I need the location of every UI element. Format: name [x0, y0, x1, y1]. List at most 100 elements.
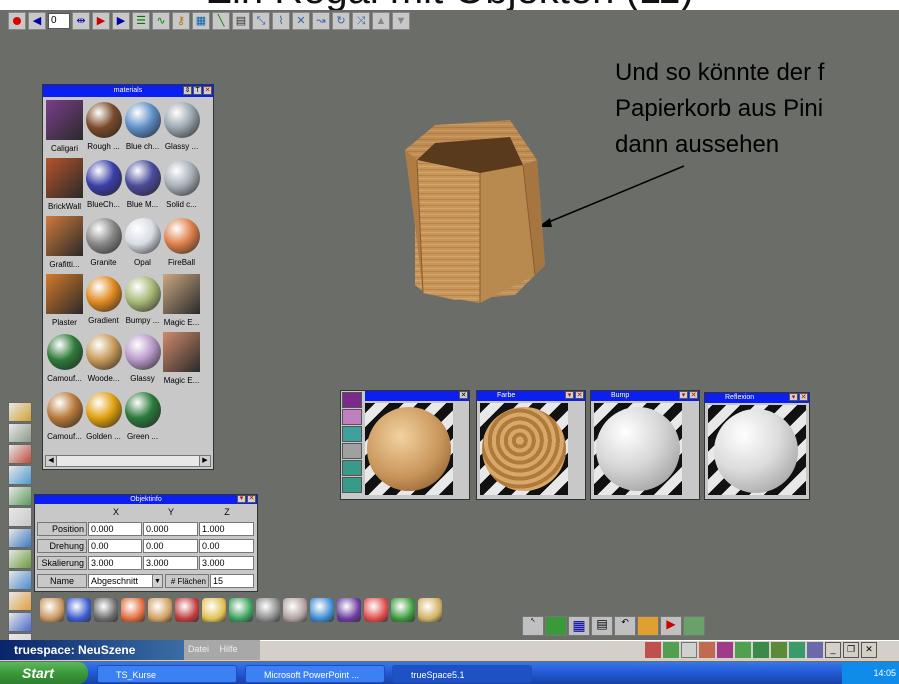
layer-icon[interactable]: [717, 642, 733, 658]
material-item[interactable]: Opal: [123, 215, 162, 273]
world-icon[interactable]: [8, 549, 32, 569]
objektinfo-titlebar[interactable]: Objektinfo ▾ ✕: [35, 495, 257, 504]
close-icon[interactable]: ✕: [689, 391, 698, 399]
reflexion-titlebar[interactable]: Reflexion ▾ ✕: [705, 393, 809, 403]
view-icon[interactable]: [663, 642, 679, 658]
render-icon[interactable]: [645, 642, 661, 658]
sweep-icon[interactable]: [8, 591, 32, 611]
lathe-icon[interactable]: [8, 507, 32, 527]
material-item[interactable]: Blue M...: [123, 157, 162, 215]
arrow-up-icon[interactable]: ▲: [372, 12, 390, 30]
scale-y-field[interactable]: 3.000: [143, 556, 198, 570]
sphere-icon[interactable]: [342, 460, 362, 476]
material-item[interactable]: Golden ...: [84, 389, 123, 447]
record-button[interactable]: [8, 12, 26, 30]
object-icon[interactable]: [8, 423, 32, 443]
vase-icon[interactable]: [40, 598, 64, 622]
scene-icon[interactable]: [753, 642, 769, 658]
document-icon[interactable]: ▤: [591, 616, 613, 636]
cross-icon[interactable]: ✕: [292, 12, 310, 30]
last-frame-button[interactable]: ▶: [112, 12, 130, 30]
rotation-x-field[interactable]: 0.00: [88, 539, 142, 553]
material-item[interactable]: Solid c...: [162, 157, 201, 215]
scene-icon[interactable]: ▦: [192, 12, 210, 30]
close-icon[interactable]: ✕: [861, 642, 877, 658]
pin-icon[interactable]: T: [193, 86, 202, 95]
object-icon[interactable]: [545, 616, 567, 636]
farbe-titlebar[interactable]: Farbe ▾ ✕: [477, 391, 585, 401]
material-item[interactable]: Woode...: [84, 331, 123, 389]
document-icon[interactable]: ▤: [232, 12, 250, 30]
material-item[interactable]: Glassy ...: [162, 99, 201, 157]
position-x-field[interactable]: 0.000: [88, 522, 142, 536]
undo-icon[interactable]: ↶: [614, 616, 636, 636]
grid-icon[interactable]: [735, 642, 751, 658]
row-label[interactable]: Skalierung: [37, 556, 87, 570]
material-item[interactable]: Camouf...: [45, 389, 84, 447]
group-icon[interactable]: [8, 486, 32, 506]
minimize-icon[interactable]: _: [825, 642, 841, 658]
landscape-icon[interactable]: [8, 570, 32, 590]
camera-icon[interactable]: [8, 402, 32, 422]
brush-icon[interactable]: [94, 598, 118, 622]
taskbar-item-truespace[interactable]: trueSpace5.1: [392, 665, 532, 683]
taskbar-item-powerpoint[interactable]: Microsoft PowerPoint ...: [245, 665, 385, 683]
material-item[interactable]: Plaster: [45, 273, 84, 331]
frame-input[interactable]: 0: [48, 13, 70, 29]
material-item[interactable]: Camouf...: [45, 331, 84, 389]
bump-icon[interactable]: [342, 477, 362, 493]
row-label[interactable]: Drehung: [37, 539, 87, 553]
scroll-right-icon[interactable]: ▶: [199, 456, 210, 466]
restore-icon[interactable]: ❐: [843, 642, 859, 658]
curve-icon[interactable]: ╲: [212, 12, 230, 30]
menu-datei[interactable]: Datei: [188, 644, 209, 654]
dropdown-icon[interactable]: ▾: [679, 391, 688, 399]
link-icon[interactable]: [8, 444, 32, 464]
close-icon[interactable]: ✕: [203, 86, 212, 95]
paint-icon[interactable]: [8, 465, 32, 485]
bend-icon[interactable]: ↝: [312, 12, 330, 30]
position-y-field[interactable]: 0.000: [143, 522, 198, 536]
pattern-icon[interactable]: [337, 598, 361, 622]
name-select[interactable]: Abgeschnitt: [88, 574, 154, 588]
rotate-icon[interactable]: ↻: [332, 12, 350, 30]
material-item[interactable]: BlueCh...: [84, 157, 123, 215]
torus-icon[interactable]: [121, 598, 145, 622]
cube-icon[interactable]: [256, 598, 280, 622]
scroll-left-icon[interactable]: ◀: [46, 456, 57, 466]
arrow-down-icon[interactable]: ▼: [392, 12, 410, 30]
resize-icon[interactable]: ⇕: [183, 86, 192, 95]
knot-icon[interactable]: [148, 598, 172, 622]
shader-titlebar[interactable]: ✕: [365, 391, 469, 401]
bend-icon[interactable]: [67, 598, 91, 622]
sphere-icon[interactable]: [175, 598, 199, 622]
close-icon[interactable]: ✕: [247, 495, 256, 503]
plane-icon[interactable]: [202, 598, 226, 622]
list-icon[interactable]: ☰: [132, 12, 150, 30]
select-icon[interactable]: ↖: [522, 616, 544, 636]
close-icon[interactable]: ✕: [799, 393, 808, 401]
chevron-down-icon[interactable]: ▼: [152, 574, 163, 588]
start-button[interactable]: Start: [0, 662, 88, 684]
play-button[interactable]: ▶: [92, 12, 110, 30]
reflexion-preview[interactable]: [708, 405, 806, 495]
materials-scrollbar[interactable]: ◀ ▶: [45, 455, 211, 467]
material-item[interactable]: Blue ch...: [123, 99, 162, 157]
material-item[interactable]: Magic E...: [162, 331, 201, 389]
play-icon[interactable]: ▶: [660, 616, 682, 636]
brush-icon[interactable]: [342, 426, 362, 442]
first-frame-button[interactable]: ◀: [28, 12, 46, 30]
farbe-preview[interactable]: [480, 403, 568, 495]
dropdown-icon[interactable]: ▾: [789, 393, 798, 401]
image-icon[interactable]: [699, 642, 715, 658]
material-item[interactable]: BrickWall: [45, 157, 84, 215]
menu-hilfe[interactable]: Hilfe: [220, 644, 238, 654]
pattern-icon[interactable]: [683, 616, 705, 636]
row-label[interactable]: Position: [37, 522, 87, 536]
material-item[interactable]: FireBall: [162, 215, 201, 273]
film-icon[interactable]: [342, 392, 362, 408]
dropdown-icon[interactable]: ▾: [237, 495, 246, 503]
path-icon[interactable]: ∿: [152, 12, 170, 30]
materials-titlebar[interactable]: materials ⇕ T ✕: [43, 85, 213, 97]
rotation-z-field[interactable]: 0.00: [199, 539, 254, 553]
